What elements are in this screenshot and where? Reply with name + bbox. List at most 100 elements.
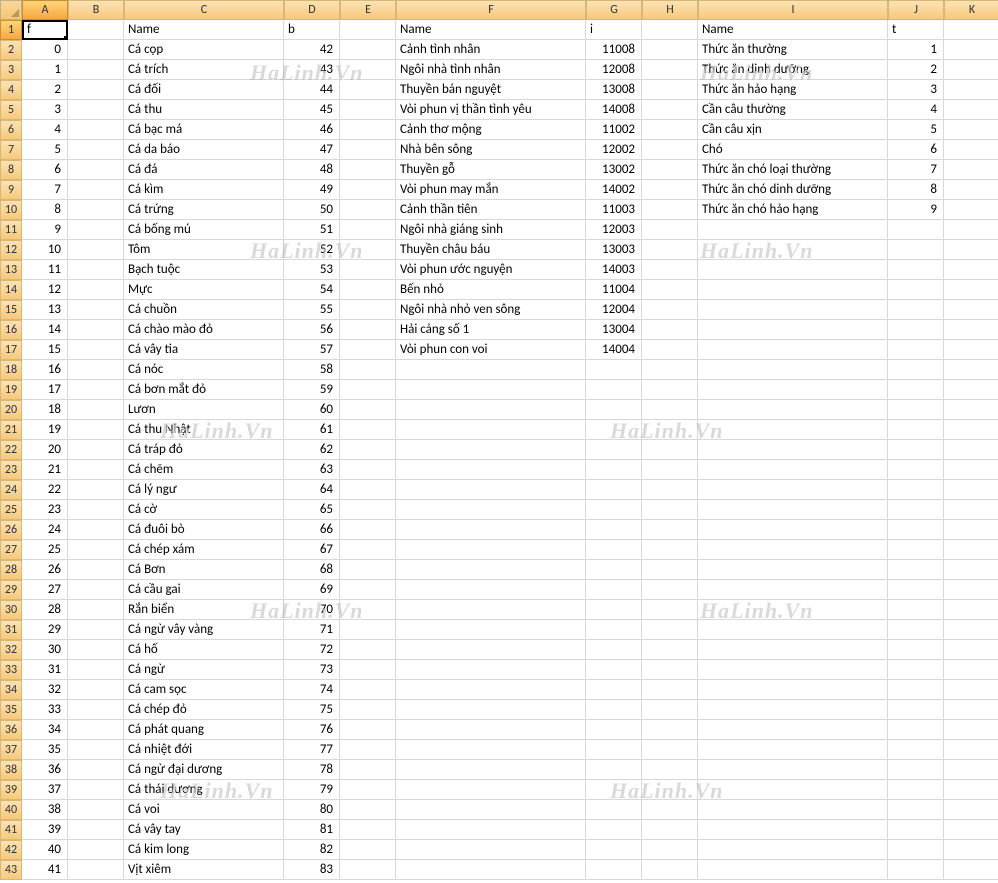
cell-J42[interactable]: [888, 840, 944, 860]
cell-D24[interactable]: 64: [284, 480, 340, 500]
cell-D9[interactable]: 49: [284, 180, 340, 200]
cell-H14[interactable]: [642, 280, 698, 300]
cell-F27[interactable]: [396, 540, 586, 560]
cell-I41[interactable]: [698, 820, 888, 840]
cell-A37[interactable]: 35: [22, 740, 68, 760]
cell-G36[interactable]: [586, 720, 642, 740]
cell-B37[interactable]: [68, 740, 124, 760]
cell-E3[interactable]: [340, 60, 396, 80]
cell-H38[interactable]: [642, 760, 698, 780]
cell-J15[interactable]: [888, 300, 944, 320]
cell-J9[interactable]: 8: [888, 180, 944, 200]
cell-I20[interactable]: [698, 400, 888, 420]
cell-B3[interactable]: [68, 60, 124, 80]
cell-D6[interactable]: 46: [284, 120, 340, 140]
cell-C5[interactable]: Cá thu: [124, 100, 284, 120]
cell-K10[interactable]: [944, 200, 998, 220]
cell-G21[interactable]: [586, 420, 642, 440]
column-header-H[interactable]: H: [642, 0, 698, 20]
cell-B35[interactable]: [68, 700, 124, 720]
cell-G26[interactable]: [586, 520, 642, 540]
cell-I39[interactable]: [698, 780, 888, 800]
cell-C2[interactable]: Cá cọp: [124, 40, 284, 60]
cell-B30[interactable]: [68, 600, 124, 620]
row-header-12[interactable]: 12: [0, 240, 22, 260]
cell-F17[interactable]: Vòi phun con voi: [396, 340, 586, 360]
cell-A39[interactable]: 37: [22, 780, 68, 800]
cell-A15[interactable]: 13: [22, 300, 68, 320]
cell-G35[interactable]: [586, 700, 642, 720]
cell-K38[interactable]: [944, 760, 998, 780]
cell-E36[interactable]: [340, 720, 396, 740]
cell-I36[interactable]: [698, 720, 888, 740]
cell-G41[interactable]: [586, 820, 642, 840]
cell-E24[interactable]: [340, 480, 396, 500]
cell-B39[interactable]: [68, 780, 124, 800]
row-header-23[interactable]: 23: [0, 460, 22, 480]
cell-C13[interactable]: Bạch tuộc: [124, 260, 284, 280]
cell-A34[interactable]: 32: [22, 680, 68, 700]
cell-F24[interactable]: [396, 480, 586, 500]
cell-F4[interactable]: Thuyền bán nguyệt: [396, 80, 586, 100]
column-header-I[interactable]: I: [698, 0, 888, 20]
cell-B16[interactable]: [68, 320, 124, 340]
row-header-24[interactable]: 24: [0, 480, 22, 500]
cell-F26[interactable]: [396, 520, 586, 540]
cell-H34[interactable]: [642, 680, 698, 700]
cell-K24[interactable]: [944, 480, 998, 500]
cell-G15[interactable]: 12004: [586, 300, 642, 320]
cell-H12[interactable]: [642, 240, 698, 260]
cell-D18[interactable]: 58: [284, 360, 340, 380]
cell-A13[interactable]: 11: [22, 260, 68, 280]
cell-E26[interactable]: [340, 520, 396, 540]
cell-C34[interactable]: Cá cam sọc: [124, 680, 284, 700]
cell-D28[interactable]: 68: [284, 560, 340, 580]
cell-F41[interactable]: [396, 820, 586, 840]
cell-G20[interactable]: [586, 400, 642, 420]
cell-H16[interactable]: [642, 320, 698, 340]
column-header-J[interactable]: J: [888, 0, 944, 20]
cell-B5[interactable]: [68, 100, 124, 120]
cell-H28[interactable]: [642, 560, 698, 580]
cell-J2[interactable]: 1: [888, 40, 944, 60]
cell-A27[interactable]: 25: [22, 540, 68, 560]
cell-J6[interactable]: 5: [888, 120, 944, 140]
cell-E25[interactable]: [340, 500, 396, 520]
row-header-2[interactable]: 2: [0, 40, 22, 60]
cell-G43[interactable]: [586, 860, 642, 880]
cell-B25[interactable]: [68, 500, 124, 520]
cell-C40[interactable]: Cá voi: [124, 800, 284, 820]
cell-B21[interactable]: [68, 420, 124, 440]
cell-F31[interactable]: [396, 620, 586, 640]
cell-K41[interactable]: [944, 820, 998, 840]
cell-H36[interactable]: [642, 720, 698, 740]
row-header-18[interactable]: 18: [0, 360, 22, 380]
cell-J40[interactable]: [888, 800, 944, 820]
cell-B8[interactable]: [68, 160, 124, 180]
cell-F10[interactable]: Cảnh thần tiên: [396, 200, 586, 220]
cell-G31[interactable]: [586, 620, 642, 640]
cell-E6[interactable]: [340, 120, 396, 140]
cell-G7[interactable]: 12002: [586, 140, 642, 160]
cell-K20[interactable]: [944, 400, 998, 420]
cell-B18[interactable]: [68, 360, 124, 380]
cell-H9[interactable]: [642, 180, 698, 200]
cell-A19[interactable]: 17: [22, 380, 68, 400]
cell-J23[interactable]: [888, 460, 944, 480]
cell-H10[interactable]: [642, 200, 698, 220]
cell-G30[interactable]: [586, 600, 642, 620]
cell-C42[interactable]: Cá kim long: [124, 840, 284, 860]
column-header-K[interactable]: K: [944, 0, 998, 20]
cell-C38[interactable]: Cá ngừ đại dương: [124, 760, 284, 780]
cell-J33[interactable]: [888, 660, 944, 680]
cell-D1[interactable]: b: [284, 20, 340, 40]
cell-D15[interactable]: 55: [284, 300, 340, 320]
cell-D30[interactable]: 70: [284, 600, 340, 620]
cell-I22[interactable]: [698, 440, 888, 460]
cell-E22[interactable]: [340, 440, 396, 460]
cell-A2[interactable]: 0: [22, 40, 68, 60]
cell-I31[interactable]: [698, 620, 888, 640]
column-header-F[interactable]: F: [396, 0, 586, 20]
cell-G34[interactable]: [586, 680, 642, 700]
cell-B2[interactable]: [68, 40, 124, 60]
